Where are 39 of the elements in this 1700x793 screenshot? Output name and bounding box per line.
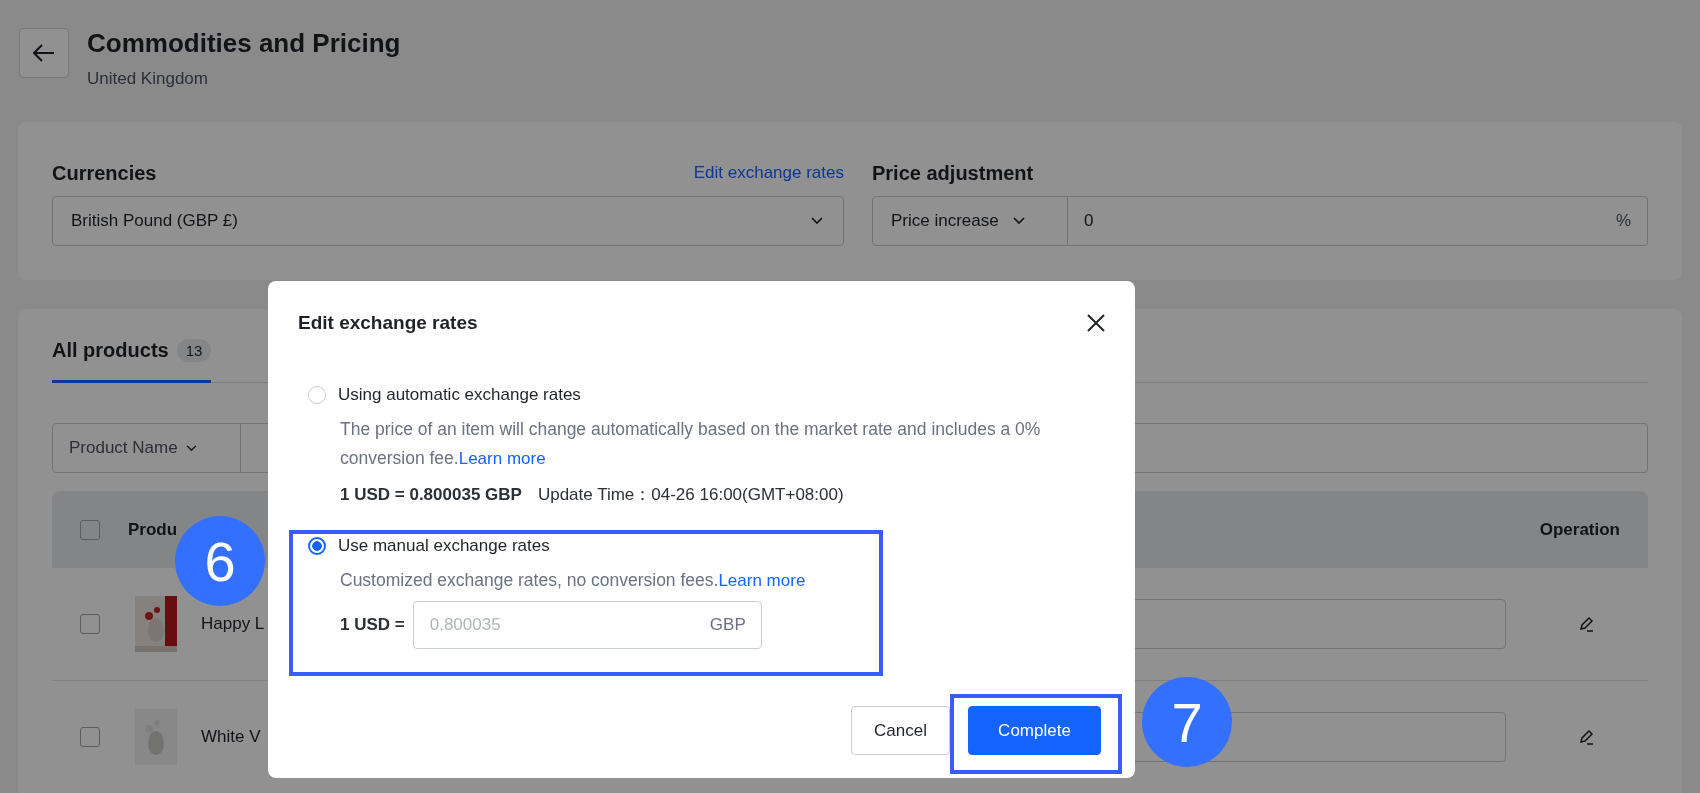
pencil-icon[interactable] — [1578, 615, 1596, 633]
edit-exchange-rates-link[interactable]: Edit exchange rates — [693, 163, 844, 183]
back-arrow-icon — [33, 44, 55, 62]
learn-more-link[interactable]: Learn more — [458, 449, 546, 468]
adjustment-value-field[interactable]: 0 % — [1068, 196, 1648, 246]
rate-label: 1 USD = — [340, 615, 405, 635]
currency-unit: GBP — [709, 615, 746, 635]
chevron-down-icon — [185, 444, 197, 452]
close-icon[interactable] — [1087, 314, 1105, 332]
exchange-rate: 1 USD = 0.800035 GBP — [340, 484, 522, 505]
select-all-checkbox[interactable] — [80, 519, 100, 540]
back-button[interactable] — [19, 28, 69, 78]
pencil-icon[interactable] — [1578, 728, 1596, 746]
page-title: Commodities and Pricing — [87, 28, 401, 59]
option-description: The price of an item will change automatically based on the market rate and includes a 0% conversion fee.Learn more — [340, 418, 1042, 470]
price-adjustment-label: Price adjustment — [872, 161, 1034, 185]
currencies-label: Currencies — [52, 161, 157, 185]
chevron-down-icon — [811, 217, 823, 225]
learn-more-link[interactable]: Learn more — [718, 571, 806, 590]
option-description: Customized exchange rates, no conversion fees.Learn more — [340, 569, 806, 592]
column-header: Operation — [1539, 519, 1620, 540]
cancel-button[interactable]: Cancel — [851, 706, 950, 755]
row-checkbox[interactable] — [80, 727, 100, 747]
option-label: Using automatic exchange rates — [338, 385, 581, 405]
currency-select[interactable]: British Pound (GBP £) — [52, 196, 844, 246]
product-name: White V — [201, 727, 261, 747]
filter-select[interactable]: Product Name — [52, 423, 241, 473]
adjustment-type-select[interactable]: Price increase — [872, 196, 1068, 246]
chevron-down-icon — [1012, 217, 1025, 225]
products-tab[interactable]: All products 13 — [52, 339, 212, 383]
option-label: Use manual exchange rates — [338, 536, 550, 556]
column-header: Produ — [128, 519, 178, 540]
row-checkbox[interactable] — [80, 614, 100, 634]
complete-button[interactable]: Complete — [968, 706, 1101, 755]
dialog-title: Edit exchange rates — [298, 312, 478, 334]
page-subtitle: United Kingdom — [87, 69, 209, 89]
radio-button[interactable] — [308, 537, 326, 555]
update-time: Update Time：04-26 16:00(GMT+08:00) — [537, 484, 844, 506]
product-name: Happy L — [201, 614, 265, 634]
